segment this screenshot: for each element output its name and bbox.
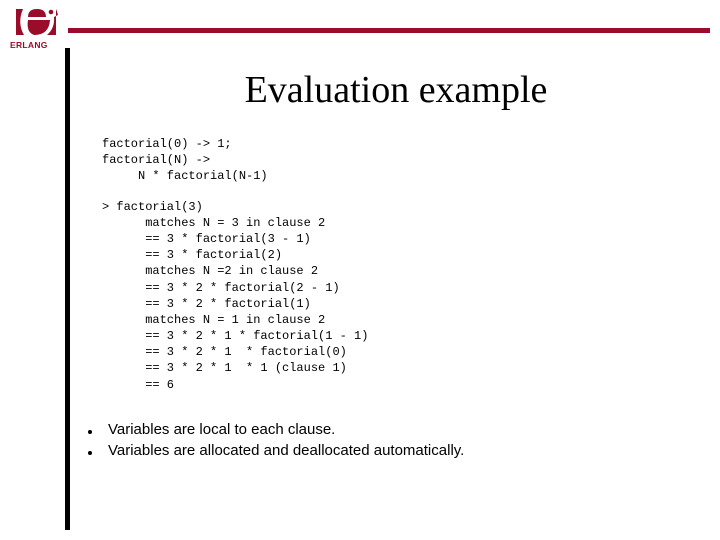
code-definition: factorial(0) -> 1; factorial(N) -> N * f… <box>102 136 700 185</box>
bullet-icon <box>88 451 92 455</box>
logo-text: ERLANG <box>10 40 62 50</box>
header-bar: ERLANG <box>0 0 720 50</box>
slide-content: Evaluation example factorial(0) -> 1; fa… <box>65 48 700 530</box>
list-item: Variables are local to each clause. <box>88 421 700 438</box>
code-evaluation: > factorial(3) matches N = 3 in clause 2… <box>102 199 700 393</box>
bullet-icon <box>88 430 92 434</box>
list-item: Variables are allocated and deallocated … <box>88 442 700 459</box>
spacer <box>92 185 700 199</box>
bullet-text: Variables are allocated and deallocated … <box>108 442 464 459</box>
erlang-logo: ERLANG <box>10 6 62 50</box>
bullet-text: Variables are local to each clause. <box>108 421 335 438</box>
header-rule <box>68 28 710 33</box>
erlang-logo-icon <box>10 6 62 38</box>
bullet-list: Variables are local to each clause. Vari… <box>88 421 700 459</box>
slide-title: Evaluation example <box>92 68 700 112</box>
